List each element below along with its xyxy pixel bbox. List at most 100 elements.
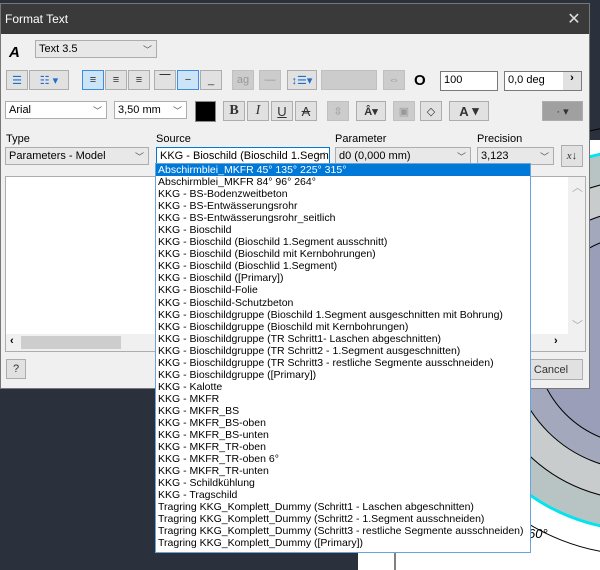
source-option[interactable]: KKG - BS-Entwässerungsrohr — [156, 200, 530, 212]
vertical-scrollbar[interactable]: ︿ ﹀ — [568, 177, 585, 335]
line-button[interactable]: — — [259, 70, 281, 90]
symbol-icon: Â▾ — [364, 105, 378, 118]
align-bottom-button[interactable]: _ — [200, 70, 222, 90]
close-icon[interactable]: ✕ — [559, 9, 589, 29]
bullet-list-button[interactable]: ☰ — [6, 70, 28, 90]
type-value: Parameters - Model — [9, 150, 106, 162]
background-fill-button[interactable]: ◇ — [420, 101, 442, 121]
chevron-down-icon: ﹀ — [172, 106, 182, 116]
source-option[interactable]: KKG - MKFR_TR-unten — [156, 465, 530, 477]
frame-button[interactable]: ▣ — [393, 101, 415, 121]
text-color-button[interactable]: A ▾ — [449, 101, 489, 121]
chevron-down-icon: ﹀ — [142, 45, 152, 55]
chevron-right-icon[interactable]: › — [563, 72, 581, 90]
source-option[interactable]: KKG - Bioschildgruppe (Bioschild 1.Segme… — [156, 309, 530, 321]
line-icon: — — [264, 74, 276, 86]
text-style-icon: A — [9, 44, 20, 61]
precision-label: Precision — [477, 133, 523, 145]
source-dropdown-list[interactable]: Abschirmblei_MKFR 45° 135° 225° 315° Absc… — [155, 163, 531, 553]
source-option[interactable]: KKG - Bioschild — [156, 224, 530, 236]
source-option[interactable]: Tragring KKG_Komplett_Dummy (Schritt1 - … — [156, 501, 530, 513]
dialog-title: Format Text — [5, 12, 69, 26]
line-spacing-icon: ↕☰▾ — [291, 74, 313, 87]
stack-icon: ⇳ — [333, 105, 343, 118]
text-style-value: Text 3.5 — [39, 43, 78, 55]
bold-button[interactable]: B — [223, 101, 245, 121]
source-option[interactable]: Tragring KKG_Komplett_Dummy ([Primary]) — [156, 537, 530, 549]
source-option[interactable]: KKG - MKFR_TR-oben 6° — [156, 453, 530, 465]
source-option[interactable]: KKG - MKFR_BS — [156, 405, 530, 417]
source-option[interactable]: KKG - Bioschild-Folie — [156, 284, 530, 296]
precision-value: 3,123 — [481, 150, 509, 162]
font-value: Arial — [9, 104, 32, 116]
align-middle-button[interactable]: − — [177, 70, 199, 90]
source-option[interactable]: KKG - Bioschildgruppe (TR Schritt1- Lasc… — [156, 333, 530, 345]
help-button[interactable]: ? — [6, 359, 26, 379]
align-right-button[interactable]: ≡ — [128, 70, 150, 90]
source-option[interactable]: KKG - BS-Bodenzweitbeton — [156, 188, 530, 200]
text-color-label: A — [459, 103, 469, 119]
source-option[interactable]: KKG - Bioschildgruppe (TR Schritt3 - res… — [156, 357, 530, 369]
line-spacing-value[interactable] — [321, 70, 377, 90]
align-top-button[interactable]: ⎺ — [154, 70, 176, 90]
source-option[interactable]: KKG - Bioschild-Schutzbeton — [156, 297, 530, 309]
symbol-button[interactable]: Â▾ — [356, 101, 386, 121]
stretch-input[interactable]: 100 — [440, 71, 498, 91]
stretch-icon: O — [414, 72, 426, 89]
align-center-button[interactable]: ≡ — [105, 70, 127, 90]
source-option[interactable]: Abschirmblei_MKFR 45° 135° 225° 315° — [156, 164, 530, 177]
strikethrough-button[interactable]: A — [295, 101, 317, 121]
ag-icon: ag — [236, 74, 250, 86]
italic-button[interactable]: I — [247, 101, 269, 121]
font-size-select[interactable]: 3,50 mm ﹀ — [114, 101, 187, 119]
source-option[interactable]: KKG - Bioschild ([Primary]) — [156, 272, 530, 284]
font-color-swatch[interactable] — [195, 101, 216, 122]
numbered-list-icon: ☷ ▾ — [39, 74, 59, 87]
align-left-button[interactable]: ≡ — [82, 70, 104, 90]
align-middle-icon: − — [184, 74, 192, 86]
source-option[interactable]: Tragring KKG_Komplett_Dummy (Schritt2 - … — [156, 513, 530, 525]
underline-button[interactable]: U — [271, 101, 293, 121]
source-option[interactable]: KKG - Bioschild (Bioschild mit Kernbohru… — [156, 248, 530, 260]
scrollbar-thumb[interactable] — [21, 336, 121, 349]
source-option[interactable]: KKG - Bioschild (Bioschlid 1.Segment) — [156, 260, 530, 272]
font-size-value: 3,50 mm — [118, 104, 161, 116]
scroll-down-icon[interactable]: ﹀ — [572, 317, 583, 333]
source-option[interactable]: KKG - MKFR — [156, 393, 530, 405]
scroll-up-icon[interactable]: ︿ — [572, 179, 583, 195]
source-option[interactable]: KKG - Bioschild (Bioschild 1.Segment aus… — [156, 236, 530, 248]
source-option[interactable]: KKG - Schildkühlung — [156, 477, 530, 489]
scroll-left-icon[interactable]: ‹ — [10, 335, 14, 347]
source-option[interactable]: KKG - MKFR_BS-oben — [156, 417, 530, 429]
rotation-input[interactable]: 0,0 deg › — [504, 71, 582, 91]
scroll-right-icon[interactable]: › — [554, 335, 558, 347]
line-spacing-button[interactable]: ↕☰▾ — [287, 70, 317, 90]
parameter-label: Parameter — [335, 133, 387, 145]
source-option[interactable]: KKG - BS-Entwässerungsrohr_seitlich — [156, 212, 530, 224]
fit-text-button[interactable]: ⇔ — [383, 70, 405, 90]
align-bottom-icon: _ — [207, 74, 215, 86]
source-option[interactable]: Tragring KKG_Komplett_Dummy (Schritt3 - … — [156, 525, 530, 537]
paint-bucket-icon: ◇ — [426, 105, 436, 118]
source-option[interactable]: KKG - MKFR_BS-unten — [156, 429, 530, 441]
source-option[interactable]: Abschirmblei_MKFR 84° 96° 264° — [156, 176, 530, 188]
dot-icon: · ▾ — [556, 105, 569, 118]
text-style-select[interactable]: Text 3.5 ﹀ — [35, 40, 157, 58]
subscript-button[interactable]: ag — [232, 70, 254, 90]
font-select[interactable]: Arial ﹀ — [5, 101, 107, 119]
rotation-value: 0,0 deg — [508, 74, 545, 86]
parameter-value: d0 (0,000 mm) — [339, 150, 411, 162]
fit-text-icon: ⇔ — [388, 74, 400, 86]
source-option[interactable]: KKG - Bioschildgruppe (Bioschild mit Ker… — [156, 321, 530, 333]
numbered-list-button[interactable]: ☷ ▾ — [29, 70, 69, 90]
source-option[interactable]: KKG - Bioschildgruppe (TR Schritt2 - 1.S… — [156, 345, 530, 357]
stack-button[interactable]: ⇳ — [327, 101, 349, 121]
source-option[interactable]: KKG - MKFR_TR-oben — [156, 441, 530, 453]
source-option[interactable]: KKG - Bioschildgruppe ([Primary]) — [156, 369, 530, 381]
insert-parameter-button[interactable]: x↓ — [561, 145, 583, 167]
source-value: KKG - Bioschild (Bioschild 1.Segm — [160, 150, 329, 162]
source-option[interactable]: KKG - Tragschild — [156, 489, 530, 501]
leader-style-button[interactable]: · ▾ — [542, 101, 583, 121]
source-option[interactable]: KKG - Kalotte — [156, 381, 530, 393]
type-select[interactable]: Parameters - Model ﹀ — [5, 147, 149, 165]
